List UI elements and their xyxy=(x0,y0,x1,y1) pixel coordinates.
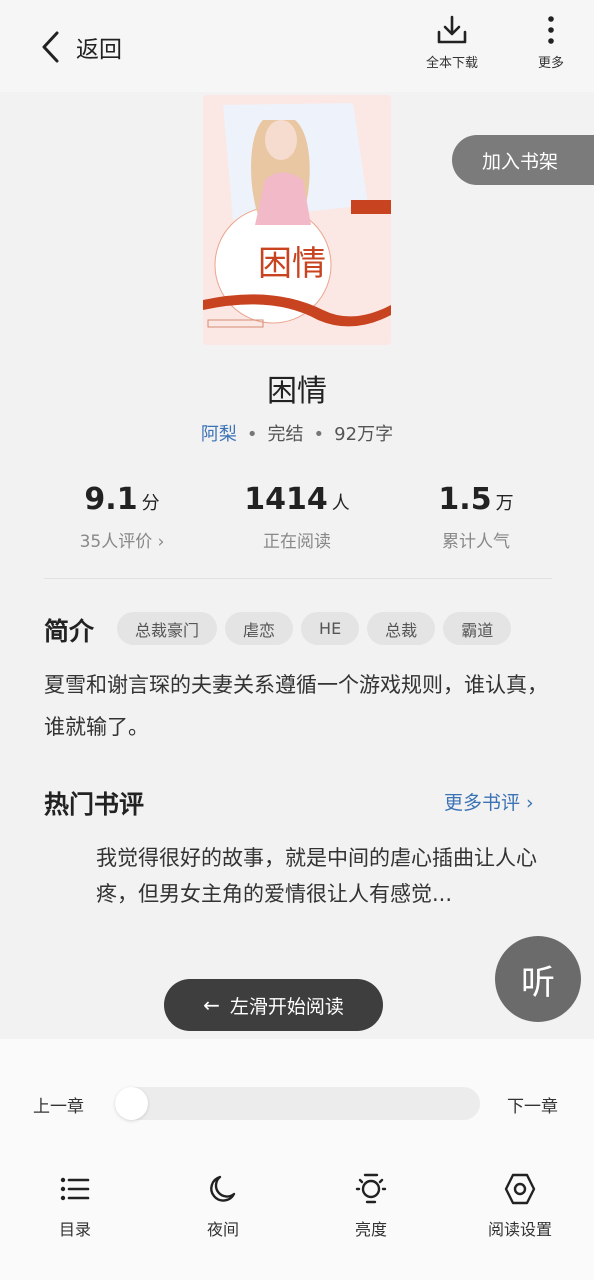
prev-chapter-button[interactable]: 上一章 xyxy=(33,1092,84,1117)
divider xyxy=(44,578,552,579)
moon-icon xyxy=(210,1175,236,1202)
nav-reading-settings-label: 阅读设置 xyxy=(487,1220,552,1239)
settings-hexagon-icon xyxy=(504,1173,536,1205)
reader-bottom-panel: 上一章 下一章 目录 夜间 亮度 阅读设置 xyxy=(0,1039,594,1280)
nav-toc[interactable]: 目录 xyxy=(44,1172,106,1240)
intro-heading: 简介 xyxy=(44,617,95,646)
tag[interactable]: 总裁豪门 xyxy=(117,612,218,645)
author-link[interactable]: 阿梨 xyxy=(201,424,237,445)
tag[interactable]: 总裁 xyxy=(367,612,436,645)
book-status: 完结 xyxy=(267,424,304,445)
list-icon xyxy=(60,1177,90,1201)
tag-list: 总裁豪门 虐恋 HE 总裁 霸道 xyxy=(117,612,512,645)
book-cover-image: 困情 xyxy=(203,95,391,345)
start-reading-button[interactable]: ← 左滑开始阅读 xyxy=(164,979,383,1031)
progress-slider[interactable] xyxy=(115,1087,480,1120)
stats-row: 9.1 分 35人评价 › 1414 人 正在阅读 1.5 万 累计人气 xyxy=(0,482,594,562)
lightbulb-icon xyxy=(355,1173,387,1204)
nav-toc-label: 目录 xyxy=(58,1220,91,1239)
rating-value: 9.1 xyxy=(84,482,138,517)
meta-separator: • xyxy=(246,424,258,445)
tag[interactable]: 霸道 xyxy=(443,612,512,645)
nav-night-label: 夜间 xyxy=(206,1220,239,1239)
top-bar: 返回 全本下载 更多 xyxy=(0,0,594,92)
add-to-shelf-button[interactable]: 加入书架 xyxy=(452,135,594,185)
review-text[interactable]: 我觉得很好的故事，就是中间的虐心插曲让人心疼，但男女主角的爱情很让人有感觉... xyxy=(96,840,551,912)
readers-unit: 人 xyxy=(331,493,350,514)
popularity-unit: 万 xyxy=(495,493,514,514)
svg-text:困情: 困情 xyxy=(258,244,326,284)
book-title: 困情 xyxy=(267,374,327,409)
rating-stat[interactable]: 9.1 分 35人评价 › xyxy=(32,482,212,552)
chevron-left-icon xyxy=(42,31,59,63)
next-chapter-button[interactable]: 下一章 xyxy=(507,1092,558,1117)
readers-label: 正在阅读 xyxy=(263,532,331,552)
download-all-button[interactable]: 全本下载 xyxy=(420,14,484,71)
listen-button[interactable]: 听 xyxy=(495,936,581,1022)
nav-brightness[interactable]: 亮度 xyxy=(340,1172,402,1240)
book-cover[interactable]: 困情 xyxy=(203,95,391,345)
tag[interactable]: 虐恋 xyxy=(225,612,294,645)
reviews-heading: 热门书评 xyxy=(44,790,145,819)
nav-night[interactable]: 夜间 xyxy=(192,1172,254,1240)
intro-text: 夏雪和谢言琛的夫妻关系遵循一个游戏规则，谁认真，谁就输了。 xyxy=(44,673,548,739)
popularity-stat: 1.5 万 累计人气 xyxy=(386,482,566,552)
progress-slider-thumb[interactable] xyxy=(115,1087,148,1120)
nav-reading-settings[interactable]: 阅读设置 xyxy=(480,1172,560,1240)
more-reviews-link[interactable]: 更多书评 › xyxy=(444,788,534,815)
nav-brightness-label: 亮度 xyxy=(354,1220,387,1239)
more-button[interactable]: 更多 xyxy=(530,14,572,71)
rating-count: 35人评价 › xyxy=(79,532,165,552)
popularity-label: 累计人气 xyxy=(442,532,510,552)
readers-value: 1414 xyxy=(244,482,328,517)
arrow-left-icon: ← xyxy=(203,993,220,1017)
back-button[interactable]: 返回 xyxy=(40,26,122,68)
meta-separator: • xyxy=(313,424,325,445)
book-meta: 阿梨 • 完结 • 92万字 xyxy=(0,420,594,446)
word-count: 92万字 xyxy=(334,424,394,445)
popularity-value: 1.5 xyxy=(438,482,492,517)
readers-stat: 1414 人 正在阅读 xyxy=(207,482,387,552)
start-reading-label: 左滑开始阅读 xyxy=(229,995,344,1018)
download-icon xyxy=(437,15,467,44)
tag[interactable]: HE xyxy=(301,612,360,645)
chapter-progress-row: 上一章 下一章 xyxy=(0,1087,594,1121)
more-vertical-icon xyxy=(548,16,554,44)
rating-unit: 分 xyxy=(141,493,160,514)
download-all-label: 全本下载 xyxy=(425,56,478,71)
more-label: 更多 xyxy=(537,56,564,71)
back-label: 返回 xyxy=(76,37,122,63)
